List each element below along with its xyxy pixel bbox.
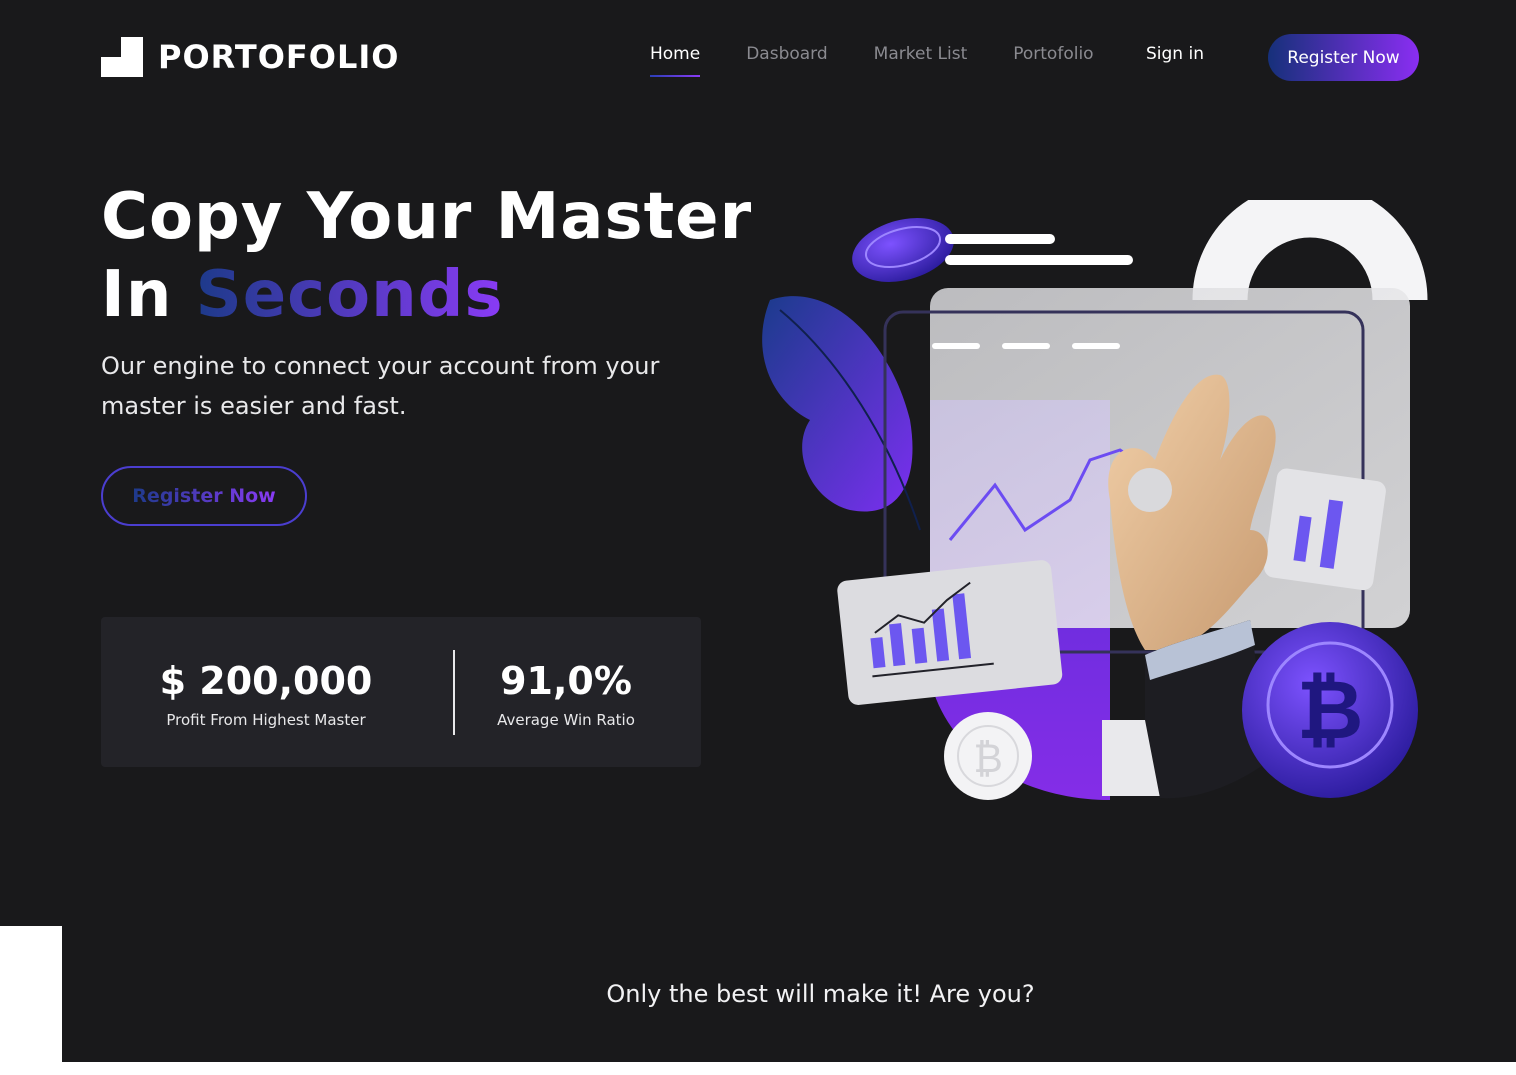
tagline: Only the best will make it! Are you? — [606, 980, 1035, 1008]
page-corner-block — [0, 926, 62, 1075]
register-now-hero-label: Register Now — [132, 485, 276, 507]
brand-logo[interactable]: PORTOFOLIO — [101, 37, 399, 77]
landing-page: PORTOFOLIO Home Dasboard Market List Por… — [0, 0, 1516, 1062]
svg-text:₿: ₿ — [1297, 663, 1364, 758]
hero-title-line1: Copy Your Master — [101, 180, 753, 254]
svg-text:₿: ₿ — [973, 736, 1003, 782]
main-nav: Home Dasboard Market List Portofolio — [650, 44, 1140, 77]
register-now-header-button[interactable]: Register Now — [1268, 34, 1419, 81]
hero-title: Copy Your Master In Seconds — [101, 178, 801, 334]
logo-mark-icon — [101, 37, 143, 77]
register-now-hero-button[interactable]: Register Now — [101, 466, 307, 526]
stat-win-ratio-label: Average Win Ratio — [497, 711, 635, 729]
stat-win-ratio: 91,0% Average Win Ratio — [466, 659, 666, 729]
page-bottom-strip — [0, 1062, 1516, 1075]
hero-illustration: ₿ ₿ — [750, 182, 1430, 820]
stat-profit-label: Profit From Highest Master — [166, 711, 366, 729]
stat-profit-value: $ 200,000 — [159, 659, 373, 703]
leaf-shape — [762, 296, 913, 512]
nav-item-market-list[interactable]: Market List — [874, 44, 968, 64]
stat-profit: $ 200,000 Profit From Highest Master — [131, 659, 401, 729]
nav-item-portofolio[interactable]: Portofolio — [1013, 44, 1093, 64]
stat-win-ratio-value: 91,0% — [500, 659, 632, 703]
nav-item-dashboard[interactable]: Dasboard — [746, 44, 827, 64]
trading-illustration-icon: ₿ ₿ — [762, 182, 1428, 800]
hero-title-line2-plain: In — [101, 258, 173, 332]
hero-title-accent: Seconds — [195, 258, 504, 332]
brand-name: PORTOFOLIO — [158, 38, 400, 76]
stats-divider — [453, 650, 455, 735]
stats-card: $ 200,000 Profit From Highest Master 91,… — [101, 617, 701, 767]
hero-subtitle: Our engine to connect your account from … — [101, 352, 660, 420]
nav-item-home[interactable]: Home — [650, 44, 701, 77]
sign-in-link[interactable]: Sign in — [1146, 44, 1204, 64]
